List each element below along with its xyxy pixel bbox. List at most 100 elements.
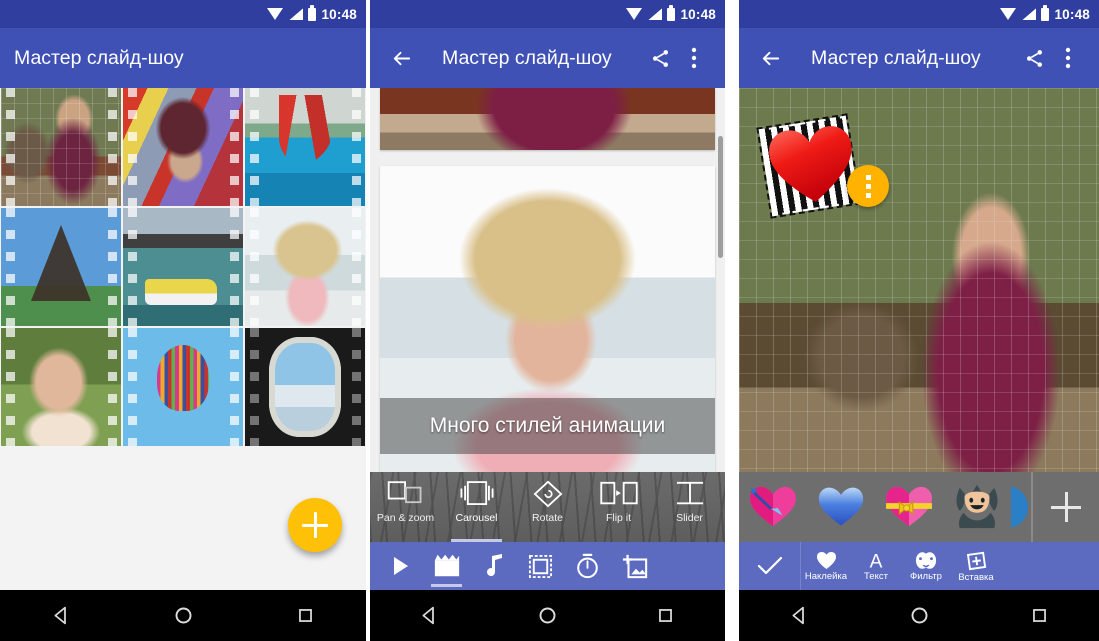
slide-card-current[interactable]: Много стилей анимации xyxy=(380,166,715,472)
sticker-options-button[interactable] xyxy=(847,165,889,207)
status-bar-2: 10:48 xyxy=(370,0,725,28)
page-title: Мастер слайд-шоу xyxy=(811,46,981,69)
photo-thumb-airplane-window[interactable] xyxy=(245,328,365,446)
wifi-icon xyxy=(1000,8,1017,20)
tool-text[interactable]: A Текст xyxy=(851,542,901,590)
status-icons xyxy=(267,5,317,21)
app-bar: Мастер слайд-шоу xyxy=(0,28,366,88)
status-icons-3 xyxy=(1000,5,1050,21)
status-bar: 10:48 xyxy=(0,0,366,28)
sticker-edit-bar: Наклейка A Текст Фильтр Вставка xyxy=(739,542,1099,590)
transition-label: Rotate xyxy=(532,512,563,524)
transition-carousel[interactable]: Carousel xyxy=(441,472,512,542)
battery-icon xyxy=(308,5,317,21)
nav-home-circle-icon[interactable] xyxy=(899,596,939,636)
photo-thumb-hat[interactable] xyxy=(245,208,365,326)
add-button-fab[interactable] xyxy=(288,498,342,552)
scrollbar-thumb[interactable] xyxy=(718,136,723,258)
signal-icon xyxy=(648,8,663,20)
nav-recents-square-icon[interactable] xyxy=(646,596,686,636)
transition-rotate[interactable]: Rotate xyxy=(512,472,583,542)
battery-icon xyxy=(667,5,676,21)
plus-icon xyxy=(1051,492,1081,522)
tool-label: Фильтр xyxy=(910,570,942,582)
signal-icon xyxy=(289,8,304,20)
pink-heart-with-bow-sticker[interactable] xyxy=(875,472,943,542)
photo-thumb-ride[interactable] xyxy=(123,88,243,206)
tool-filter[interactable]: Фильтр xyxy=(901,542,951,590)
photo-thumb-balloon[interactable] xyxy=(123,328,243,446)
tool-sticker[interactable]: Наклейка xyxy=(801,542,851,590)
jester-face-sticker[interactable] xyxy=(943,472,1011,542)
nav-back-triangle-icon[interactable] xyxy=(409,596,449,636)
blue-heart-sticker[interactable] xyxy=(807,472,875,542)
transition-label: Slider xyxy=(676,512,703,524)
photo-thumb-boat[interactable] xyxy=(123,208,243,326)
nav-home-circle-icon[interactable] xyxy=(527,596,567,636)
add-photo-icon[interactable] xyxy=(611,542,658,590)
status-clock: 10:48 xyxy=(680,6,716,22)
music-note-icon[interactable] xyxy=(470,542,517,590)
battery-icon xyxy=(1041,5,1050,21)
slide-card-previous[interactable] xyxy=(380,88,715,150)
screenshot-stage: 10:48 Мастер слайд-шоу 10:48 Мастер слай… xyxy=(0,0,1099,641)
clapperboard-icon[interactable] xyxy=(423,542,470,590)
frame-icon[interactable] xyxy=(517,542,564,590)
slide-preview-scroll[interactable]: Много стилей анимации xyxy=(370,88,725,472)
back-arrow-icon[interactable] xyxy=(753,41,787,75)
page-title: Мастер слайд-шоу xyxy=(14,46,184,69)
status-clock: 10:48 xyxy=(1054,6,1090,22)
photo-thumb-selfie[interactable] xyxy=(1,328,121,446)
panel-editor-transitions: 10:48 Мастер слайд-шоу Много стилей аним… xyxy=(370,0,725,641)
transition-label: Pan & zoom xyxy=(376,512,435,524)
tool-label: Вставка xyxy=(958,571,994,583)
android-nav-bar-2 xyxy=(370,590,725,641)
svg-text:A: A xyxy=(870,551,883,570)
tool-insert[interactable]: Вставка xyxy=(951,542,1001,590)
nav-back-triangle-icon[interactable] xyxy=(41,596,81,636)
heart-with-arrow-sticker[interactable] xyxy=(739,472,807,542)
plus-icon xyxy=(302,512,328,538)
photo-grid xyxy=(0,88,366,446)
status-icons-2 xyxy=(626,5,676,21)
transition-flip[interactable]: Flip it xyxy=(583,472,654,542)
app-bar-2: Мастер слайд-шоу xyxy=(370,28,725,88)
android-nav-bar-3 xyxy=(739,590,1099,641)
timer-icon[interactable] xyxy=(564,542,611,590)
tool-label: Наклейка xyxy=(804,570,848,582)
status-clock: 10:48 xyxy=(321,6,357,22)
transition-label: Carousel xyxy=(455,512,498,524)
add-sticker-button[interactable] xyxy=(1031,472,1099,542)
play-icon[interactable] xyxy=(376,542,423,590)
confirm-button[interactable] xyxy=(739,542,801,590)
sticker-picker-bar xyxy=(739,472,1099,542)
photo-thumb-eiffel[interactable] xyxy=(1,208,121,326)
back-arrow-icon[interactable] xyxy=(384,41,418,75)
slide-caption: Много стилей анимации xyxy=(380,398,715,454)
nav-recents-square-icon[interactable] xyxy=(1019,596,1059,636)
nav-home-circle-icon[interactable] xyxy=(163,596,203,636)
overflow-menu-icon[interactable] xyxy=(1051,41,1085,75)
red-heart-sticker[interactable] xyxy=(765,122,859,211)
editor-toolbar xyxy=(370,542,725,590)
signal-icon xyxy=(1022,8,1037,20)
share-icon[interactable] xyxy=(1017,41,1051,75)
blue-circle-sticker-partial[interactable] xyxy=(1011,472,1029,542)
wifi-icon xyxy=(626,8,643,20)
nav-recents-square-icon[interactable] xyxy=(285,596,325,636)
transition-slider[interactable]: Slider xyxy=(654,472,725,542)
page-title: Мастер слайд-шоу xyxy=(442,46,612,69)
app-bar-3: Мастер слайд-шоу xyxy=(739,28,1099,88)
gallery-body xyxy=(0,88,366,590)
wifi-icon xyxy=(267,8,284,20)
status-bar-3: 10:48 xyxy=(739,0,1099,28)
tool-label: Текст xyxy=(864,571,888,582)
photo-thumb-waterslide[interactable] xyxy=(245,88,365,206)
share-icon[interactable] xyxy=(643,41,677,75)
transition-pan-zoom[interactable]: Pan & zoom xyxy=(370,472,441,542)
android-nav-bar xyxy=(0,590,366,641)
nav-back-triangle-icon[interactable] xyxy=(779,596,819,636)
photo-thumb-zoo[interactable] xyxy=(1,88,121,206)
overflow-menu-icon[interactable] xyxy=(677,41,711,75)
photo-canvas[interactable] xyxy=(739,88,1099,472)
